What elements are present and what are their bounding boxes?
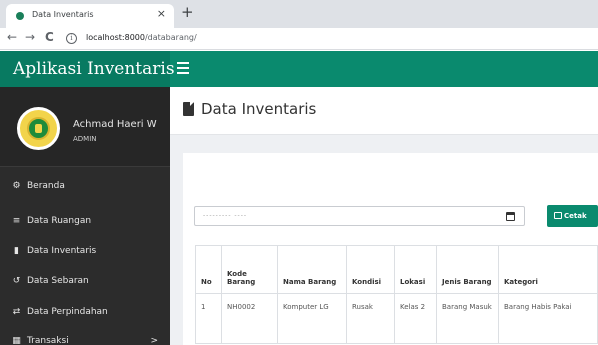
calendar-icon[interactable]: [506, 212, 515, 221]
column-header-jenis-barang: Jenis Barang: [436, 245, 499, 294]
close-tab-icon[interactable]: ×: [157, 7, 166, 20]
sidebar-item-label: Data Perpindahan: [27, 307, 108, 317]
sidebar-item-data-inventaris[interactable]: ▮ Data Inventaris: [0, 240, 170, 262]
url-host: localhost:8000: [86, 33, 145, 42]
dashboard-icon: ⚙: [12, 181, 21, 191]
cell-no: 1: [195, 293, 222, 344]
table-icon: ▦: [12, 336, 21, 345]
inventory-card: --------- ---- Cetak No Kode Barang Nama…: [183, 153, 598, 345]
url-path: /databarang/: [144, 33, 197, 42]
table-row: 1 NH0002 Komputer LG Rusak Kelas 2 Baran…: [195, 293, 598, 344]
site-info-icon[interactable]: i: [66, 33, 77, 44]
cell-kode-barang: NH0002: [221, 293, 278, 344]
favicon-icon: [16, 12, 24, 20]
date-placeholder: --------- ----: [203, 212, 248, 219]
cell-nama-barang: Komputer LG: [277, 293, 347, 344]
content-header: Data Inventaris: [170, 87, 598, 135]
chevron-right-icon: >: [150, 336, 158, 345]
column-header-lokasi: Lokasi: [394, 245, 437, 294]
column-header-no: No: [195, 245, 222, 294]
browser-tab-bar: Data Inventaris × +: [0, 0, 598, 28]
print-button-label: Cetak: [564, 212, 587, 220]
brand-logo[interactable]: Aplikasi Inventaris: [0, 51, 175, 87]
history-icon: ↺: [12, 276, 21, 286]
sidebar-item-label: Beranda: [27, 181, 65, 191]
reload-icon[interactable]: C: [45, 30, 54, 44]
sidebar-item-label: Transaksi: [27, 336, 69, 345]
browser-tab[interactable]: Data Inventaris ×: [6, 4, 174, 28]
sidebar-item-data-perpindahan[interactable]: ⇄ Data Perpindahan: [0, 301, 170, 323]
page-title: Data Inventaris: [201, 100, 317, 118]
sidebar-item-label: Data Ruangan: [27, 216, 92, 226]
user-panel: Achmad Haeri W ADMIN: [0, 87, 170, 167]
menu-toggle-icon[interactable]: [177, 62, 189, 74]
column-header-nama-barang: Nama Barang: [277, 245, 347, 294]
column-header-kategori: Kategori: [498, 245, 598, 294]
column-header-kondisi: Kondisi: [346, 245, 395, 294]
table-header-row: No Kode Barang Nama Barang Kondisi Lokas…: [195, 245, 598, 294]
sidebar-item-data-ruangan[interactable]: ≡ Data Ruangan: [0, 210, 170, 232]
user-name: Achmad Haeri W: [73, 119, 157, 130]
cell-jenis-barang: Barang Masuk: [436, 293, 499, 344]
file-icon: ▮: [14, 246, 19, 256]
sidebar-item-data-sebaran[interactable]: ↺ Data Sebaran: [0, 270, 170, 292]
avatar: [17, 107, 60, 150]
inventory-table: No Kode Barang Nama Barang Kondisi Lokas…: [195, 245, 598, 344]
back-icon[interactable]: ←: [7, 30, 17, 44]
main-content: Data Inventaris --------- ---- Cetak No …: [170, 87, 598, 345]
column-header-kode-barang: Kode Barang: [221, 245, 278, 294]
tab-title: Data Inventaris: [32, 10, 94, 19]
url-field[interactable]: localhost:8000/databarang/: [86, 33, 197, 42]
cell-lokasi: Kelas 2: [394, 293, 437, 344]
list-icon: ≡: [12, 216, 21, 226]
new-tab-icon[interactable]: +: [181, 3, 194, 21]
address-bar: ← → C i localhost:8000/databarang/: [0, 28, 598, 50]
sidebar: Achmad Haeri W ADMIN ⚙ Beranda ≡ Data Ru…: [0, 87, 170, 345]
sidebar-item-transaksi[interactable]: ▦ Transaksi >: [0, 330, 170, 345]
print-icon: [554, 212, 562, 219]
forward-icon[interactable]: →: [25, 30, 35, 44]
sidebar-item-label: Data Sebaran: [27, 276, 89, 286]
print-button[interactable]: Cetak: [547, 205, 598, 227]
cell-kategori: Barang Habis Pakai: [498, 293, 598, 344]
user-role: ADMIN: [73, 135, 97, 143]
app-header: Aplikasi Inventaris: [0, 51, 598, 87]
cell-kondisi: Rusak: [346, 293, 395, 344]
file-icon: [183, 102, 194, 116]
exchange-icon: ⇄: [12, 307, 21, 317]
date-input[interactable]: --------- ----: [194, 206, 525, 226]
sidebar-item-label: Data Inventaris: [27, 246, 97, 256]
sidebar-item-beranda[interactable]: ⚙ Beranda: [0, 175, 170, 197]
